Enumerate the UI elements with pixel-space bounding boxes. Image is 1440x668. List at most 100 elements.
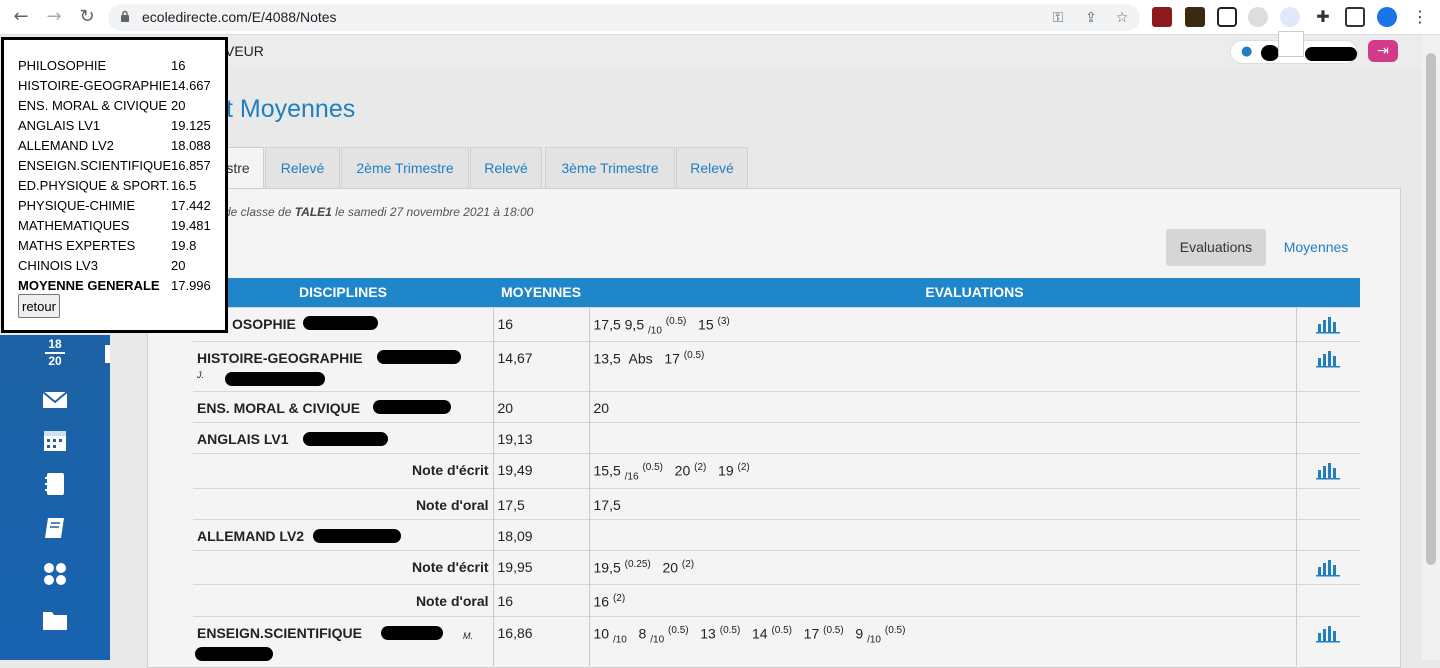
- redaction: [1261, 45, 1279, 61]
- chart-icon[interactable]: [1295, 306, 1360, 341]
- moyennes-button[interactable]: Moyennes: [1276, 229, 1356, 266]
- sidebar: 18 20: [0, 335, 110, 660]
- sub-discipline-name: Note d'oral: [193, 487, 493, 519]
- extension-icon[interactable]: [1185, 7, 1205, 27]
- table-row: OSOPHIE 16 17,5 9,5 /10 (0.5) 15 (3): [193, 306, 1360, 341]
- popup-row: PHILOSOPHIE 16: [18, 58, 186, 73]
- discipline-name: ENSEIGN.SCIENTIFIQUE M.: [193, 615, 493, 666]
- averages-popup: PHILOSOPHIE 16 HISTOIRE-GEOGRAPHIE 14.667 …: [1, 37, 228, 333]
- main-content: t Moyennes stre Relevé 2ème Trimestre Re…: [110, 67, 1422, 668]
- puzzle-icon[interactable]: ✚: [1313, 7, 1333, 27]
- book-icon[interactable]: [42, 515, 68, 541]
- sub-discipline-name: Note d'écrit: [193, 452, 493, 488]
- mail-icon[interactable]: [42, 387, 68, 413]
- side-panel-icon[interactable]: [1345, 7, 1365, 27]
- table-row: Note d'écrit 19,95 19,5 (0.25) 20 (2): [193, 549, 1360, 584]
- table-row: ALLEMAND LV2 18,09: [193, 518, 1360, 550]
- reload-icon[interactable]: ↻: [76, 6, 98, 28]
- evaluations-cell: 20: [588, 390, 1296, 422]
- sub-discipline-name: Note d'écrit: [193, 549, 493, 584]
- popup-row: HISTOIRE-GEOGRAPHIE 14.667: [18, 78, 211, 93]
- popup-row: MATHS EXPERTES 19.8: [18, 238, 197, 253]
- chart-icon[interactable]: [1295, 549, 1360, 584]
- tab-trimestre-3[interactable]: 3ème Trimestre: [545, 147, 675, 188]
- tab-releve-2[interactable]: Relevé: [470, 147, 542, 188]
- notebook-icon[interactable]: [42, 471, 68, 497]
- sub-discipline-name: Note d'oral: [193, 583, 493, 616]
- redaction: [373, 399, 451, 414]
- popup-row: ANGLAIS LV1 19.125: [18, 118, 211, 133]
- popup-row: CHINOIS LV3 20: [18, 258, 186, 273]
- table-row: Note d'oral 16 16 (2): [193, 583, 1360, 616]
- evaluations-cell: [588, 421, 1296, 453]
- kebab-menu-icon[interactable]: ⋮: [1410, 7, 1430, 27]
- header-moyennes: MOYENNES: [493, 278, 589, 307]
- fraction-bottom: 20: [48, 354, 62, 368]
- forward-icon[interactable]: →: [43, 6, 65, 28]
- discipline-name: ANGLAIS LV1: [193, 421, 493, 453]
- calculator-icon[interactable]: [42, 561, 68, 587]
- retour-button[interactable]: retour: [18, 294, 60, 318]
- average-cell: 19,49: [492, 452, 589, 488]
- ublock-icon[interactable]: [1152, 7, 1172, 27]
- back-icon[interactable]: ←: [10, 6, 32, 28]
- evaluations-cell: 15,5 /16 (0.5) 20 (2) 19 (2): [588, 452, 1296, 488]
- chart-icon[interactable]: [1295, 340, 1360, 391]
- chart-cell: [1295, 583, 1360, 616]
- folder-icon[interactable]: [42, 607, 68, 633]
- notes-icon[interactable]: 18 20: [42, 338, 68, 368]
- key-icon[interactable]: ⚿: [1048, 8, 1068, 28]
- calendar-icon[interactable]: [42, 427, 68, 453]
- evaluations-cell: 17,5 9,5 /10 (0.5) 15 (3): [588, 306, 1296, 341]
- evaluations-cell: 17,5: [588, 487, 1296, 519]
- tab-releve-1[interactable]: Relevé: [265, 147, 340, 188]
- lock-icon: [121, 10, 129, 22]
- redaction: [195, 646, 273, 661]
- evaluations-cell: 16 (2): [588, 583, 1296, 616]
- share-icon[interactable]: ⇪: [1081, 8, 1101, 28]
- table-header: DISCIPLINES MOYENNES EVALUATIONS: [193, 278, 1360, 307]
- evaluations-cell: [588, 518, 1296, 550]
- redaction: [225, 371, 325, 386]
- extension-icon[interactable]: [1217, 7, 1237, 27]
- scrollbar-thumb[interactable]: [1426, 53, 1436, 565]
- table-row: HISTOIRE-GEOGRAPHIE J. 14,67 13,5 Abs 17 …: [193, 340, 1360, 391]
- discipline-name: OSOPHIE: [193, 306, 493, 341]
- table-row: Note d'oral 17,5 17,5: [193, 487, 1360, 519]
- popup-row: MATHEMATIQUES 19.481: [18, 218, 211, 233]
- redaction: [1305, 47, 1357, 61]
- popup-total-row: MOYENNE GENERALE 17.996: [18, 278, 211, 293]
- chart-cell: [1295, 390, 1360, 422]
- discipline-name: HISTOIRE-GEOGRAPHIE J.: [193, 340, 493, 391]
- fraction-top: 18: [48, 337, 62, 351]
- menu-text[interactable]: VEUR: [225, 43, 264, 59]
- address-bar[interactable]: ecoledirecte.com/E/4088/Notes ⚿ ⇪ ☆: [108, 4, 1140, 31]
- average-cell: 14,67: [492, 340, 589, 391]
- shield-icon[interactable]: [1248, 7, 1268, 27]
- evaluations-cell: 19,5 (0.25) 20 (2): [588, 549, 1296, 584]
- popup-row: ENSEIGN.SCIENTIFIQUE 16.857: [18, 158, 211, 173]
- chart-icon[interactable]: [1295, 615, 1360, 666]
- average-cell: 16,86: [492, 615, 589, 666]
- table-row: Note d'écrit 19,49 15,5 /16 (0.5) 20 (2)…: [193, 452, 1360, 488]
- tab-trimestre-2[interactable]: 2ème Trimestre: [341, 147, 469, 188]
- chart-cell: [1295, 421, 1360, 453]
- average-cell: 20: [492, 390, 589, 422]
- redaction: [377, 349, 461, 364]
- grades-table: DISCIPLINES MOYENNES EVALUATIONS OSOPHIE…: [193, 278, 1360, 666]
- redaction: [313, 528, 401, 543]
- tab-releve-3[interactable]: Relevé: [676, 147, 748, 188]
- evaluations-cell: 10 /10 8 /10 (0.5) 13 (0.5) 14 (0.5) 17 …: [588, 615, 1296, 666]
- evaluations-button[interactable]: Evaluations: [1166, 229, 1266, 266]
- logout-icon[interactable]: ⇥: [1368, 40, 1398, 62]
- redaction: [381, 625, 443, 640]
- table-row: ENSEIGN.SCIENTIFIQUE M. 16,86 10 /10 8 /1…: [193, 615, 1360, 666]
- extension-icon[interactable]: [1280, 7, 1300, 27]
- user-icon: ●: [1241, 44, 1253, 59]
- scrollbar[interactable]: [1422, 35, 1440, 660]
- avatar[interactable]: [1377, 7, 1397, 27]
- star-icon[interactable]: ☆: [1112, 8, 1132, 28]
- table-row: ANGLAIS LV1 19,13: [193, 421, 1360, 453]
- url-text: ecoledirecte.com/E/4088/Notes: [142, 9, 337, 25]
- chart-icon[interactable]: [1295, 452, 1360, 488]
